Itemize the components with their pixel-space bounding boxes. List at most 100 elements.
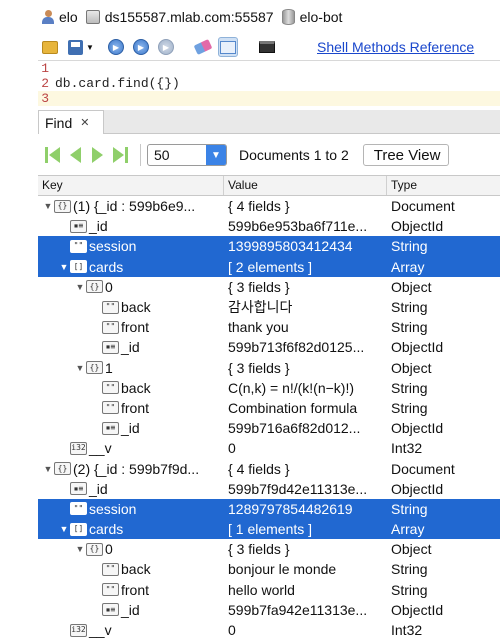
type-cell: Document [391, 198, 455, 215]
key-text: (1) {_id : 599b6e9... [73, 198, 196, 215]
field-type-icon: "" [102, 381, 119, 395]
execute-button[interactable]: ▶ [106, 37, 126, 57]
key-cell: "" session [38, 499, 224, 519]
table-row[interactable]: ▪≡ _id 599b6e953ba6f711e... ObjectId [38, 216, 500, 236]
table-row[interactable]: i32 __v 0 Int32 [38, 620, 500, 640]
field-type-icon: "" [102, 562, 119, 576]
table-row[interactable]: ▪≡ _id 599b7f9d42e11313e... ObjectId [38, 479, 500, 499]
previous-page-button[interactable] [66, 146, 84, 164]
line-number: 3 [41, 91, 49, 106]
table-row[interactable]: "" front Combination formula String [38, 398, 500, 418]
expand-toggle-icon[interactable]: ▼ [58, 519, 70, 539]
table-row[interactable]: ▪≡ _id 599b716a6f82d012... ObjectId [38, 418, 500, 438]
value-cell: 0 [228, 622, 236, 639]
shell-methods-reference-link[interactable]: Shell Methods Reference [317, 39, 474, 55]
value-cell: [ 2 elements ] [228, 258, 313, 275]
clear-button[interactable] [193, 37, 213, 57]
field-type-icon: "" [102, 583, 119, 597]
field-type-icon: {} [86, 280, 103, 294]
table-row[interactable]: "" session 1399895803412434 String [38, 236, 500, 257]
field-type-icon: "" [102, 401, 119, 415]
key-cell: ▪≡ _id [38, 216, 224, 236]
column-type[interactable]: Type [387, 176, 500, 195]
expand-toggle-icon[interactable]: ▼ [74, 277, 86, 297]
key-cell: ▼{} 1 [38, 358, 224, 378]
key-text: _id [121, 601, 140, 618]
expand-toggle-icon[interactable]: ▼ [42, 459, 54, 479]
field-type-icon: {} [54, 199, 71, 213]
table-row[interactable]: ▼{} (1) {_id : 599b6e9...{ 4 fields } Docu… [38, 196, 500, 216]
type-cell: String [391, 581, 428, 598]
expand-toggle-icon[interactable]: ▼ [74, 539, 86, 559]
type-cell: ObjectId [391, 601, 444, 618]
type-cell: Array [391, 258, 425, 275]
key-text: _id [121, 339, 140, 356]
first-page-button[interactable] [43, 146, 61, 164]
query-editor[interactable]: 1 2 db.card.find({}) 3 [38, 60, 500, 106]
value-cell: [ 1 elements ] [228, 521, 313, 538]
type-cell: String [391, 399, 428, 416]
chevron-down-icon[interactable]: ▼ [206, 145, 226, 165]
table-row[interactable]: i32 __v 0 Int32 [38, 438, 500, 458]
open-file-button[interactable] [40, 37, 60, 57]
table-row[interactable]: "" back C(n,k) = n!/(k!(n−k)!) String [38, 378, 500, 398]
key-text: __v [89, 440, 112, 457]
value-cell: C(n,k) = n!/(k!(n−k)!) [228, 379, 355, 396]
table-row[interactable]: ▼[] cards[ 2 elements ] Array [38, 256, 500, 277]
table-row[interactable]: "" back bonjour le monde String [38, 559, 500, 579]
type-cell: String [391, 319, 428, 336]
step-button[interactable]: ▶ [156, 37, 176, 57]
table-row[interactable]: ▼[] cards[ 1 elements ] Array [38, 519, 500, 540]
value-cell: 1399895803412434 [228, 238, 353, 255]
field-type-icon: i32 [70, 441, 87, 455]
type-cell: Int32 [391, 622, 423, 639]
column-key[interactable]: Key [38, 176, 224, 195]
save-button[interactable] [65, 37, 85, 57]
table-row[interactable]: ▼{} 1{ 3 fields } Object [38, 358, 500, 378]
field-type-icon: "" [102, 300, 119, 314]
user-name: elo [59, 9, 78, 25]
table-row[interactable]: "" back 감사합니다 String [38, 297, 500, 317]
field-type-icon: ▪≡ [102, 603, 119, 617]
table-row[interactable]: "" front thank you String [38, 317, 500, 337]
expand-toggle-icon[interactable]: ▼ [74, 358, 86, 378]
key-cell: "" front [38, 580, 224, 600]
type-cell: Object [391, 278, 432, 295]
value-cell: { 3 fields } [228, 278, 290, 295]
next-page-button[interactable] [89, 146, 107, 164]
table-row[interactable]: ▼{} 0{ 3 fields } Object [38, 277, 500, 297]
execute-current-button[interactable]: ▶ [131, 37, 151, 57]
field-type-icon: [] [70, 522, 87, 536]
results-tree-table[interactable]: Key Value Type ▼{} (1) {_id : 599b6e9...{… [38, 175, 500, 640]
last-page-button[interactable] [112, 146, 130, 164]
view-mode-select[interactable]: Tree View [362, 144, 449, 166]
column-value[interactable]: Value [224, 176, 387, 195]
key-cell: i32 __v [38, 438, 224, 458]
last-page-icon [113, 147, 124, 163]
table-row[interactable]: ▪≡ _id 599b7fa942e11313e... ObjectId [38, 600, 500, 620]
field-type-icon: {} [86, 542, 103, 556]
close-tab-icon[interactable]: ✕ [80, 116, 89, 129]
toggle-output-button[interactable] [217, 37, 238, 57]
field-type-icon: {} [86, 361, 103, 375]
key-text: 0 [105, 541, 113, 558]
pagination-bar: 50 ▼ Documents 1 to 2 Tree View [38, 139, 500, 171]
value-cell: 599b7f9d42e11313e... [228, 480, 368, 497]
key-text: session [89, 500, 137, 517]
table-row[interactable]: ▼{} 0{ 3 fields } Object [38, 539, 500, 559]
table-row[interactable]: ▪≡ _id 599b713f6f82d0125... ObjectId [38, 337, 500, 357]
expand-toggle-icon[interactable]: ▼ [58, 257, 70, 277]
field-type-icon: "" [70, 239, 87, 253]
table-row[interactable]: "" front hello world String [38, 580, 500, 600]
breadcrumb-user[interactable]: elo [42, 9, 78, 25]
breadcrumb-server[interactable]: ds155587.mlab.com:55587 [85, 9, 274, 25]
key-text: front [121, 399, 150, 416]
table-row[interactable]: ▼{} (2) {_id : 599b7f9d...{ 4 fields } Doc… [38, 458, 500, 478]
breadcrumb-database[interactable]: elo-bot [281, 9, 342, 25]
save-menu-chevron-icon[interactable]: ▼ [86, 43, 94, 52]
table-row[interactable]: "" session 1289797854482619 String [38, 498, 500, 519]
expand-toggle-icon[interactable]: ▼ [42, 196, 54, 216]
tab-find[interactable]: Find ✕ [38, 110, 104, 134]
terminal-button[interactable] [257, 37, 277, 57]
page-size-select[interactable]: 50 ▼ [147, 144, 227, 166]
